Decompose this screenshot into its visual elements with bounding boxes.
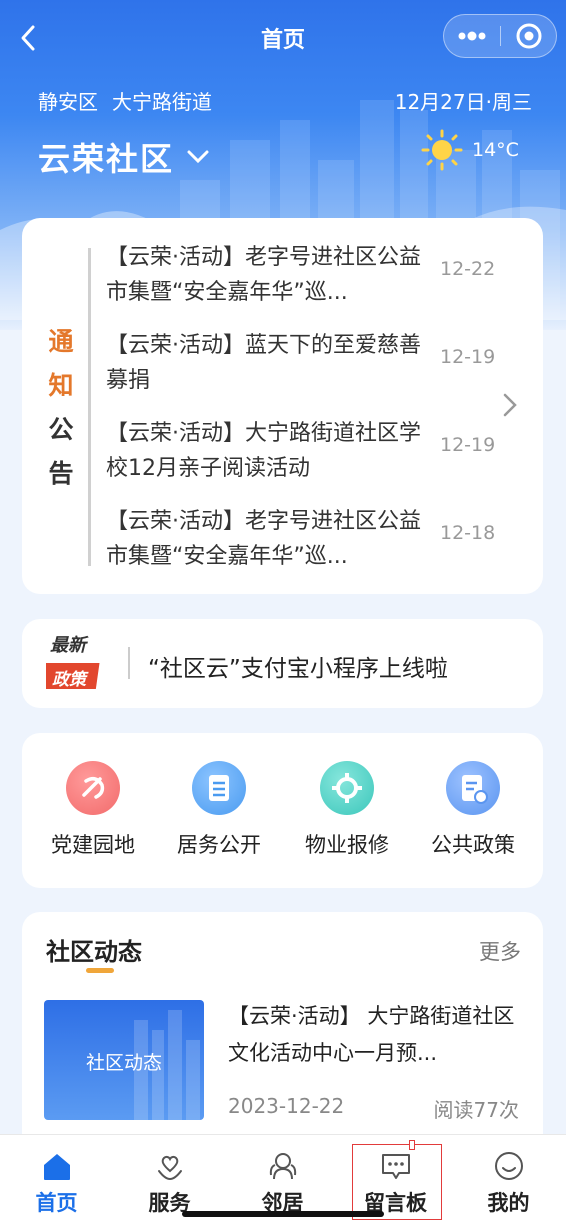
more-link[interactable]: 更多: [479, 936, 521, 966]
service-affairs-public[interactable]: 居务公开: [154, 761, 284, 859]
policy-divider: [128, 647, 130, 679]
notice-item[interactable]: 【云荣·活动】大宁路街道社区学校12月亲子阅读活动 12-19: [106, 416, 506, 494]
service-label: 居务公开: [177, 833, 261, 857]
news-title[interactable]: 【云荣·活动】 大宁路街道社区文化活动中心一月预...: [228, 998, 524, 1072]
notice-item[interactable]: 【云荣·活动】蓝天下的至爱慈善募捐 12-19: [106, 328, 506, 406]
notice-date: 12-18: [440, 522, 496, 544]
selection-highlight-box: [352, 1144, 442, 1220]
community-name: 云荣社区: [38, 140, 175, 178]
home-icon: [44, 1154, 70, 1180]
party-emblem-icon: [66, 761, 120, 815]
notice-title: 【云荣·活动】蓝天下的至爱慈善募捐: [106, 333, 421, 393]
sun-icon: [421, 129, 463, 171]
notice-title: 【云荣·活动】老字号进社区公益市集暨“安全嘉年华”巡...: [106, 509, 421, 569]
service-label: 党建园地: [51, 833, 135, 857]
more-dots-icon: [458, 31, 486, 41]
location-text: 静安区 大宁路街道: [38, 86, 212, 115]
top-nav-bar: 首页: [0, 0, 566, 76]
policy-doc-icon: [446, 761, 500, 815]
services-grid: 党建园地 居务公开 物业报修 公共政策: [22, 733, 543, 888]
chevron-right-icon: [503, 393, 517, 417]
notice-tag-char: 知: [48, 371, 74, 400]
notice-date: 12-19: [440, 434, 496, 456]
district-label: 静安区: [38, 90, 98, 114]
more-button[interactable]: [444, 15, 500, 57]
service-party-building[interactable]: 党建园地: [28, 761, 158, 859]
tab-label: 我的: [487, 1191, 530, 1215]
news-date: 2023-12-22: [228, 1094, 345, 1118]
notice-tag: 通 知 公 告: [46, 320, 76, 496]
section-heading: 社区动态: [46, 938, 142, 966]
tab-label: 首页: [35, 1191, 78, 1215]
notice-title: 【云荣·活动】大宁路街道社区学校12月亲子阅读活动: [106, 421, 421, 481]
notice-tag-char: 告: [48, 459, 74, 488]
selection-highlight-marker: [409, 1140, 415, 1150]
smiley-icon: [495, 1152, 523, 1180]
service-label: 公共政策: [431, 833, 515, 857]
service-label: 物业报修: [305, 833, 389, 857]
notice-item[interactable]: 【云荣·活动】老字号进社区公益市集暨“安全嘉年华”巡... 12-22: [106, 240, 506, 318]
badge-top-text: 最新: [50, 635, 86, 656]
service-property-repair[interactable]: 物业报修: [282, 761, 412, 859]
tab-home[interactable]: 首页: [0, 1135, 113, 1228]
weather-widget: 14°C: [420, 128, 519, 172]
community-news-card: 社区动态 更多 社区动态 【云荣·活动】 大宁路街道社区文化活动中心一月预...…: [22, 912, 543, 1152]
thumbnail-label: 社区动态: [85, 1052, 162, 1074]
close-button[interactable]: [501, 15, 557, 57]
tab-mine[interactable]: 我的: [452, 1135, 565, 1228]
community-selector[interactable]: 云荣社区: [38, 134, 210, 180]
notice-date: 12-22: [440, 258, 496, 280]
target-close-icon: [516, 23, 542, 49]
repair-gear-icon: [320, 761, 374, 815]
heading-underline: [86, 968, 114, 973]
street-label: 大宁路街道: [112, 90, 212, 114]
heart-hand-icon: [158, 1155, 182, 1181]
notice-item[interactable]: 【云荣·活动】老字号进社区公益市集暨“安全嘉年华”巡... 12-18: [106, 504, 506, 582]
notice-divider: [88, 248, 91, 566]
notice-more-button[interactable]: [500, 390, 520, 420]
notice-tag-char: 通: [48, 327, 74, 356]
document-icon: [192, 761, 246, 815]
neighbors-icon: [269, 1153, 297, 1180]
chevron-down-icon: [187, 150, 209, 164]
service-public-policy[interactable]: 公共政策: [408, 761, 538, 859]
notice-title: 【云荣·活动】老字号进社区公益市集暨“安全嘉年华”巡...: [106, 245, 421, 305]
mini-program-capsule: [443, 14, 557, 58]
home-indicator: [182, 1211, 384, 1217]
date-label: 12月27日·周三: [394, 90, 532, 114]
notice-card: 通 知 公 告 【云荣·活动】老字号进社区公益市集暨“安全嘉年华”巡... 12…: [22, 218, 543, 594]
notice-date: 12-19: [440, 346, 496, 368]
news-read-count: 阅读77次: [433, 1098, 519, 1122]
notice-tag-char: 公: [48, 415, 74, 444]
news-thumbnail[interactable]: 社区动态: [44, 1000, 204, 1120]
badge-bottom-text: 政策: [52, 670, 86, 690]
policy-text: “社区云”支付宝小程序上线啦: [148, 656, 448, 682]
policy-banner[interactable]: 最新 政策 “社区云”支付宝小程序上线啦: [22, 619, 543, 708]
temperature: 14°C: [472, 139, 519, 161]
